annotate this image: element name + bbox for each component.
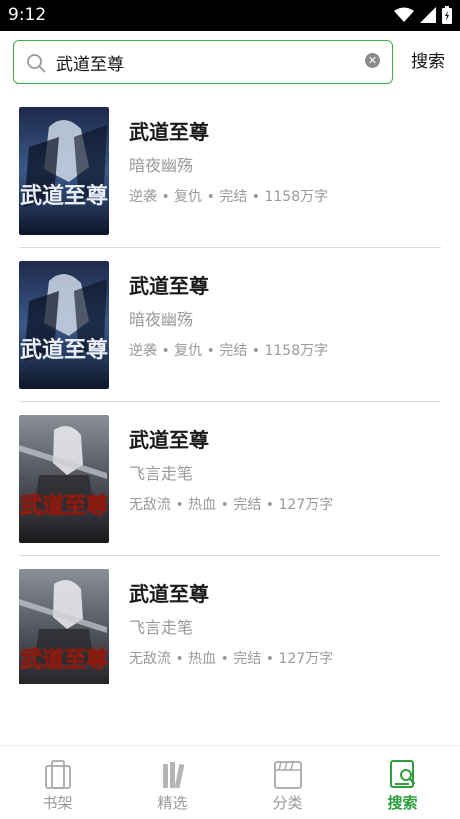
cover-title: 武道至尊 — [20, 183, 108, 209]
book-title[interactable]: 武道至尊 — [129, 424, 209, 453]
book-author: 飞言走笔 — [129, 464, 194, 483]
category-icon — [273, 758, 303, 790]
book-meta: 逆袭 • 复仇 • 完结 • 1158万字 — [129, 189, 329, 205]
bookshelf-icon — [43, 758, 73, 790]
cover-title: 武道至尊 — [20, 493, 108, 519]
nav-item-bookshelf[interactable]: 书架 — [0, 746, 115, 819]
result-item[interactable]: 武道至尊 武道至尊 暗夜幽殇 逆袭 • 复仇 • 完结 • 1158万字 — [0, 94, 460, 248]
book-meta: 无敌流 • 热血 • 完结 • 127万字 — [129, 497, 334, 513]
status-bar: 9:12 — [0, 0, 460, 31]
books-icon — [158, 758, 188, 790]
battery-icon — [442, 6, 452, 24]
book-meta: 无敌流 • 热血 • 完结 • 127万字 — [129, 651, 334, 667]
book-cover[interactable]: 武道至尊 — [19, 415, 109, 543]
book-author: 暗夜幽殇 — [129, 310, 194, 329]
result-list: 武道至尊 武道至尊 暗夜幽殇 逆袭 • 复仇 • 完结 • 1158万字 武道至… — [0, 94, 460, 684]
nav-item-featured[interactable]: 精选 — [115, 746, 230, 819]
status-icons — [394, 6, 452, 24]
nav-item-search[interactable]: 搜索 — [345, 746, 460, 819]
book-meta: 逆袭 • 复仇 • 完结 • 1158万字 — [129, 343, 329, 359]
book-author: 暗夜幽殇 — [129, 156, 194, 175]
status-time: 9:12 — [8, 5, 47, 25]
book-title[interactable]: 武道至尊 — [129, 116, 209, 145]
wifi-icon — [394, 7, 414, 23]
book-title[interactable]: 武道至尊 — [129, 578, 209, 607]
nav-label: 搜索 — [387, 794, 418, 812]
nav-label: 分类 — [272, 794, 303, 812]
signal-icon — [420, 7, 436, 23]
result-item[interactable]: 武道至尊 武道至尊 飞言走笔 无敌流 • 热血 • 完结 • 127万字 — [0, 556, 460, 684]
nav-label: 精选 — [157, 794, 188, 812]
cover-title: 武道至尊 — [20, 337, 108, 363]
search-tab-icon — [388, 758, 418, 790]
cover-title: 武道至尊 — [20, 647, 108, 673]
book-cover[interactable]: 武道至尊 — [19, 107, 109, 235]
result-item[interactable]: 武道至尊 武道至尊 飞言走笔 无敌流 • 热血 • 完结 • 127万字 — [0, 402, 460, 556]
book-author: 飞言走笔 — [129, 618, 194, 637]
book-cover[interactable]: 武道至尊 — [19, 261, 109, 389]
book-title[interactable]: 武道至尊 — [129, 270, 209, 299]
search-input[interactable] — [56, 49, 356, 75]
book-cover[interactable]: 武道至尊 — [19, 569, 109, 684]
search-icon — [26, 53, 46, 73]
nav-item-category[interactable]: 分类 — [230, 746, 345, 819]
result-item[interactable]: 武道至尊 武道至尊 暗夜幽殇 逆袭 • 复仇 • 完结 • 1158万字 — [0, 248, 460, 402]
nav-label: 书架 — [42, 794, 73, 812]
search-box[interactable]: ✕ — [13, 40, 393, 84]
search-button[interactable]: 搜索 — [404, 50, 452, 74]
bottom-nav: 书架 精选 分类 搜索 — [0, 745, 460, 819]
clear-icon[interactable]: ✕ — [365, 53, 380, 68]
